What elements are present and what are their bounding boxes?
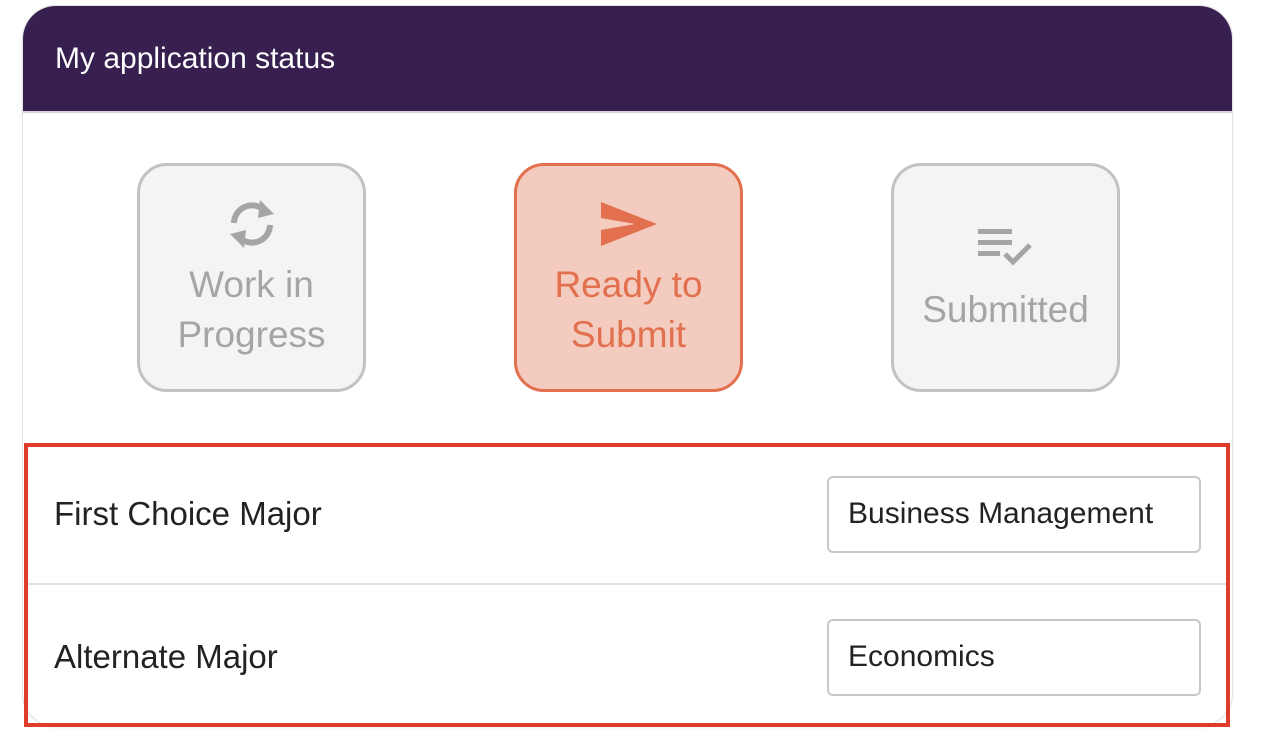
step-ready-to-submit[interactable]: Ready to Submit bbox=[514, 163, 743, 392]
majors-section: First Choice Major Business Management A… bbox=[26, 445, 1226, 725]
send-icon bbox=[597, 196, 661, 252]
step-label: Work in Progress bbox=[177, 263, 326, 355]
first-choice-major-value: Business Management bbox=[848, 497, 1154, 530]
step-work-in-progress[interactable]: Work in Progress bbox=[137, 163, 366, 392]
step-label: Submitted bbox=[922, 288, 1089, 330]
card-title: My application status bbox=[55, 41, 336, 75]
alternate-major-value: Economics bbox=[848, 640, 995, 673]
first-choice-major-row: First Choice Major Business Management bbox=[26, 445, 1226, 585]
step-label: Ready to Submit bbox=[554, 263, 703, 355]
alternate-major-field[interactable]: Economics bbox=[827, 618, 1201, 696]
first-choice-major-label: First Choice Major bbox=[54, 495, 322, 532]
sync-icon bbox=[220, 196, 284, 252]
checklist-icon bbox=[974, 221, 1038, 277]
step-submitted[interactable]: Submitted bbox=[891, 163, 1120, 392]
alternate-major-row: Alternate Major Economics bbox=[26, 587, 1226, 727]
status-steps: Work in Progress Ready to Submit Submitt… bbox=[23, 113, 1232, 443]
alternate-major-label: Alternate Major bbox=[54, 638, 278, 675]
card-header: My application status bbox=[23, 6, 1232, 113]
first-choice-major-field[interactable]: Business Management bbox=[827, 475, 1201, 553]
